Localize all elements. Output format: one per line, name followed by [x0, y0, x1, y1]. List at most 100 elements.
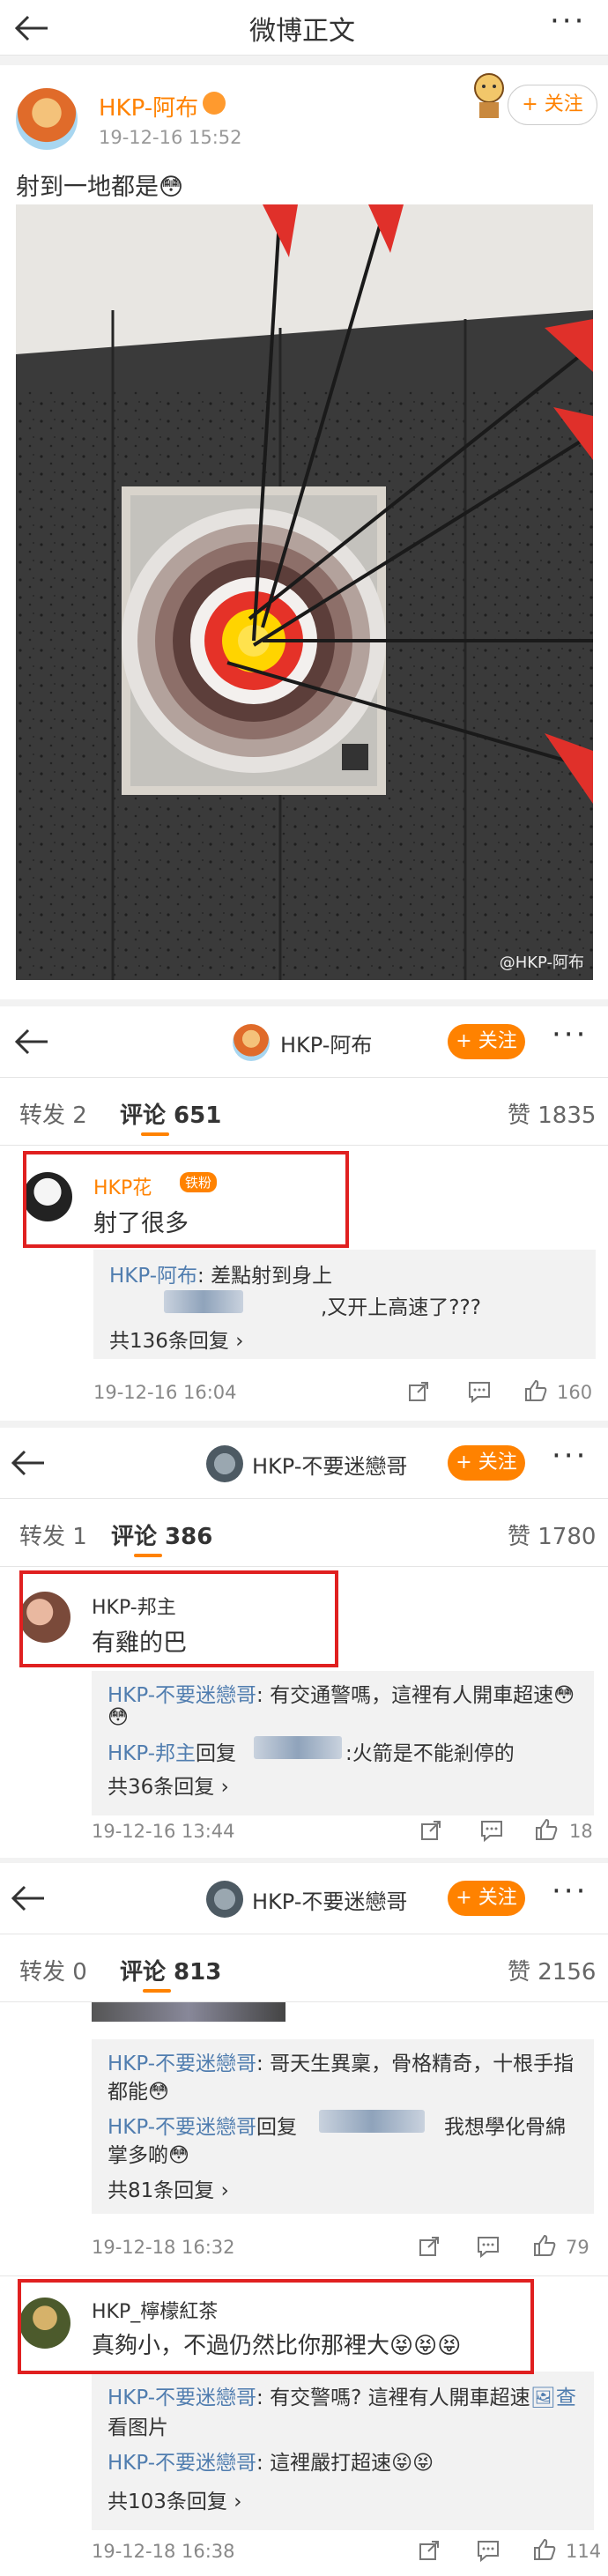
section1-tabs: 转发 2 评论 651 赞 1835	[0, 1078, 608, 1145]
highlight-frame	[18, 2279, 534, 2374]
reply-line: 掌多啲😳	[108, 2138, 189, 2168]
section2-topbar: HKP-不要迷戀哥 + 关注 ···	[0, 1428, 608, 1498]
back-arrow-icon[interactable]	[12, 1022, 51, 1061]
reply-box: HKP-不要迷戀哥: 有交通警嗎，這裡有人開車超速😳 😳 HKP-邦主回复 :火…	[92, 1671, 594, 1815]
share-icon[interactable]	[407, 1380, 430, 1403]
author-name[interactable]: HKP-阿布	[99, 90, 198, 122]
reply-line: 我想學化骨綿	[444, 2110, 566, 2140]
bar-username[interactable]: HKP-阿布	[280, 1028, 372, 1058]
author-avatar[interactable]	[16, 88, 78, 150]
like-icon[interactable]	[523, 1378, 548, 1403]
comment-time: 19-12-16 13:44	[92, 1821, 235, 1842]
more-replies-link[interactable]: 共36条回复 ›	[108, 1770, 229, 1800]
highlight-frame	[19, 1570, 338, 1667]
tab-comments[interactable]: 评论 651	[120, 1097, 221, 1130]
bar-avatar[interactable]	[206, 1445, 243, 1482]
bar-avatar[interactable]	[206, 1881, 243, 1918]
reply-text: 😳	[108, 1706, 129, 1729]
more-options-icon[interactable]: ···	[552, 1874, 588, 1909]
tab-comments[interactable]: 评论 386	[111, 1518, 212, 1551]
follow-button[interactable]: + 关注	[448, 1024, 525, 1059]
reply-box: HKP-阿布: 差點射到身上 ,又开上高速了??? 共136条回复 ›	[93, 1250, 596, 1359]
highlight-frame	[23, 1151, 349, 1248]
bar-username[interactable]: HKP-不要迷戀哥	[252, 1449, 407, 1480]
comment-icon[interactable]	[479, 1819, 504, 1842]
reply-line: ,又开上高速了???	[321, 1290, 481, 1320]
like-icon[interactable]	[532, 2537, 557, 2562]
reply-text: : 哥天生異稟，骨格精奇，十根手指	[256, 2053, 575, 2075]
comment-icon[interactable]	[476, 2235, 500, 2258]
reply-text: 我想學化骨綿	[444, 2116, 566, 2139]
tab-repost[interactable]: 转发 1	[19, 1518, 87, 1551]
like-icon[interactable]	[532, 2233, 557, 2258]
reply-text: : 有交警嗎? 這裡有人開車超速	[256, 2387, 530, 2409]
post-image[interactable]: @HKP-阿布	[16, 204, 593, 980]
reply-user[interactable]: HKP-不要迷戀哥	[108, 2053, 256, 2075]
like-count: 114	[566, 2541, 602, 2562]
follow-button[interactable]: + 关注	[508, 85, 597, 125]
deco-sticker-icon	[467, 69, 511, 122]
bar-avatar[interactable]	[233, 1024, 270, 1061]
back-arrow-icon[interactable]	[12, 9, 51, 48]
more-replies-link[interactable]: 共136条回复 ›	[109, 1324, 243, 1354]
reply-user[interactable]: HKP-不要迷戀哥	[108, 2387, 256, 2409]
tab-likes[interactable]: 赞 1835	[508, 1097, 596, 1130]
section1-topbar: HKP-阿布 + 关注 ···	[0, 1006, 608, 1077]
reply-box: HKP-不要迷戀哥: 有交警嗎? 這裡有人開車超速🖼查 看图片 HKP-不要迷戀…	[92, 2372, 594, 2530]
reply-user[interactable]: HKP-不要迷戀哥	[108, 1684, 256, 1707]
blurred-text	[164, 1290, 243, 1313]
view-image-link[interactable]: 看图片	[108, 2410, 168, 2440]
comment-icon[interactable]	[467, 1380, 492, 1403]
post-card: HKP-阿布 19-12-16 15:52 + 关注 射到一地都是😳 @HKP-…	[0, 65, 608, 999]
tab-likes[interactable]: 赞 1780	[508, 1518, 596, 1551]
tab-repost[interactable]: 转发 2	[19, 1097, 87, 1130]
image-thumbnail[interactable]	[92, 2002, 285, 2022]
more-replies-link[interactable]: 共81条回复 ›	[108, 2173, 229, 2203]
reply-user[interactable]: HKP-邦主	[108, 1742, 196, 1765]
view-image-link[interactable]: 🖼查	[530, 2387, 576, 2409]
tab-underline	[143, 1989, 171, 1993]
comment-time: 19-12-16 16:04	[93, 1382, 237, 1403]
like-count: 18	[569, 1821, 593, 1842]
blurred-text	[254, 1736, 342, 1759]
share-icon[interactable]	[418, 2539, 441, 2562]
top-header: 微博正文 ···	[0, 0, 608, 55]
more-options-icon[interactable]: ···	[552, 1017, 588, 1052]
vip-icon	[203, 92, 226, 115]
share-icon[interactable]	[419, 1819, 442, 1842]
reply-line: HKP-邦主回复	[108, 1736, 236, 1766]
more-options-icon[interactable]: ···	[550, 4, 586, 39]
reply-line: HKP-不要迷戀哥: 有交通警嗎，這裡有人開車超速😳	[108, 1678, 575, 1708]
blurred-text	[319, 2110, 425, 2133]
more-replies-link[interactable]: 共103条回复 ›	[108, 2484, 241, 2514]
post-text: 射到一地都是😳	[16, 174, 184, 201]
comment-time: 19-12-18 16:32	[92, 2237, 235, 2258]
more-options-icon[interactable]: ···	[552, 1438, 588, 1474]
like-count: 79	[566, 2237, 589, 2258]
follow-button[interactable]: + 关注	[448, 1881, 525, 1916]
reply-text: 都能😳	[108, 2081, 169, 2104]
reply-user[interactable]: HKP-不要迷戀哥	[108, 2116, 256, 2139]
back-arrow-icon[interactable]	[9, 1444, 48, 1482]
tab-underline	[134, 1554, 162, 1557]
tab-repost[interactable]: 转发 0	[19, 1954, 87, 1986]
reply-user[interactable]: HKP-阿布	[109, 1265, 197, 1288]
like-count: 160	[557, 1382, 593, 1403]
tab-comments[interactable]: 评论 813	[120, 1954, 221, 1986]
reply-text: ,又开上高速了???	[321, 1296, 481, 1319]
section3-tabs: 转发 0 评论 813 赞 2156	[0, 1934, 608, 2001]
reply-line: HKP-阿布: 差點射到身上	[109, 1258, 332, 1288]
reply-text: : 這裡嚴打超速😝😝	[256, 2452, 434, 2475]
share-icon[interactable]	[418, 2235, 441, 2258]
reply-box: HKP-不要迷戀哥: 哥天生異稟，骨格精奇，十根手指 都能😳 HKP-不要迷戀哥…	[92, 2039, 594, 2214]
reply-line: 都能😳	[108, 2075, 169, 2105]
back-arrow-icon[interactable]	[9, 1879, 48, 1918]
tab-likes[interactable]: 赞 2156	[508, 1954, 596, 1986]
reply-line: HKP-不要迷戀哥: 這裡嚴打超速😝😝	[108, 2446, 434, 2476]
like-icon[interactable]	[534, 1817, 559, 1842]
comment-icon[interactable]	[476, 2539, 500, 2562]
tab-underline	[141, 1132, 169, 1136]
reply-user[interactable]: HKP-不要迷戀哥	[108, 2452, 256, 2475]
bar-username[interactable]: HKP-不要迷戀哥	[252, 1884, 407, 1915]
follow-button[interactable]: + 关注	[448, 1445, 525, 1481]
